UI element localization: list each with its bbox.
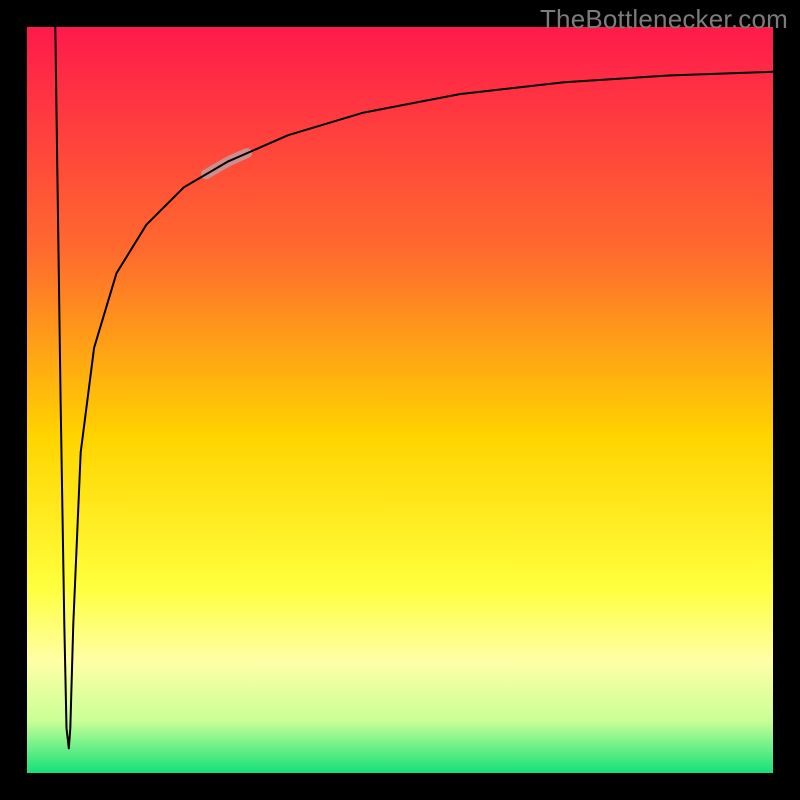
plot-background — [27, 27, 773, 773]
chart-svg — [0, 0, 800, 800]
chart-stage: TheBottlenecker.com — [0, 0, 800, 800]
watermark-text: TheBottlenecker.com — [540, 4, 788, 35]
